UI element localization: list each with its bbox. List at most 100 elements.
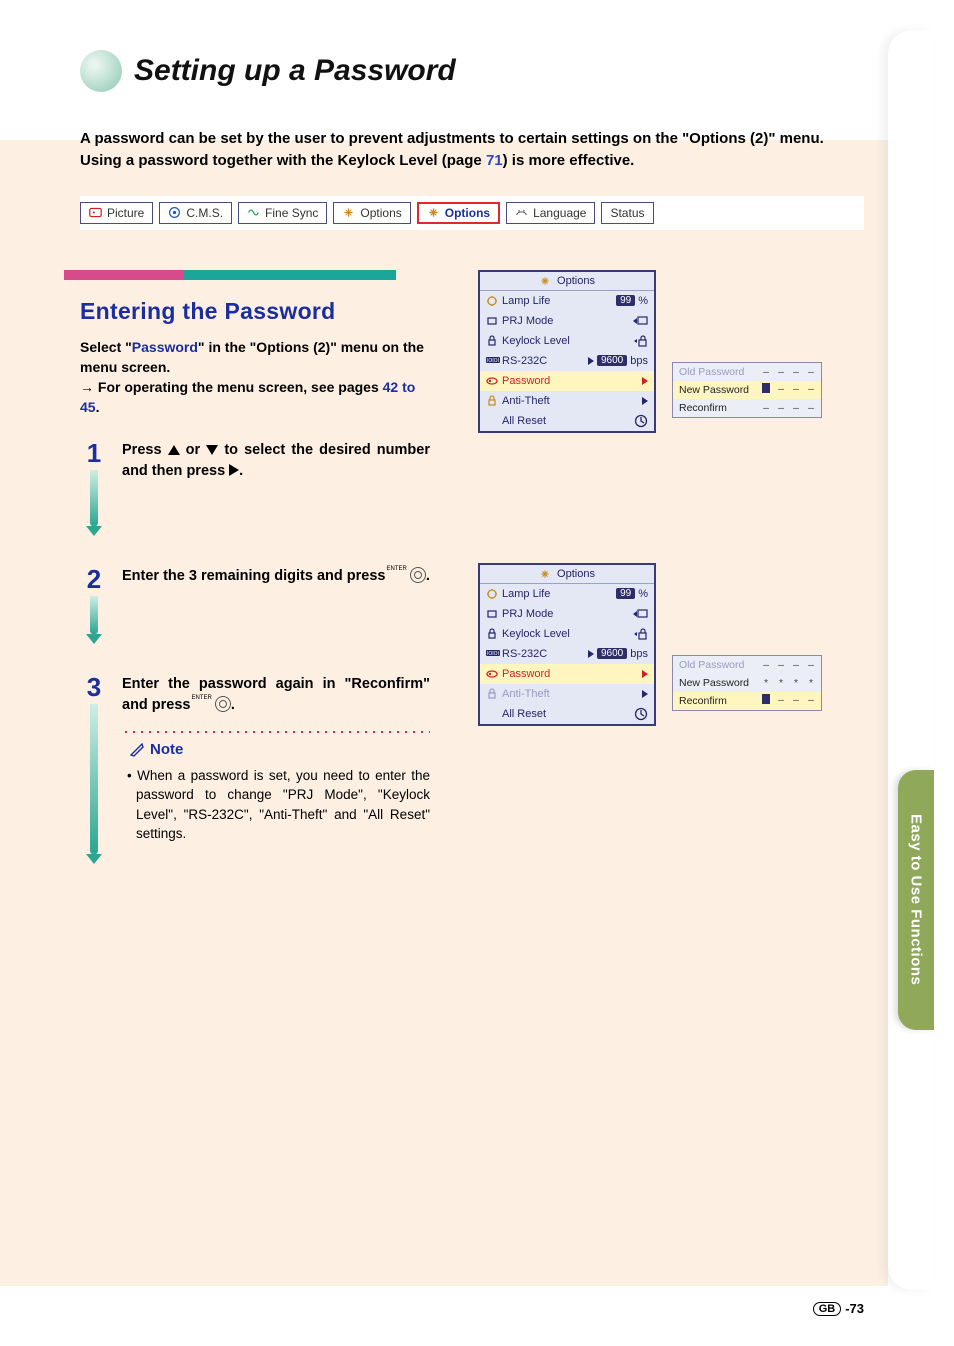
password-panel-1: Old Password––––New Password–––Reconfirm… xyxy=(672,362,822,418)
pw-cell: – xyxy=(807,366,815,378)
pw-row-label: Reconfirm xyxy=(679,402,727,414)
intro-paragraph: A password can be set by the user to pre… xyxy=(80,128,864,172)
osd-title: Options xyxy=(480,565,654,584)
note-heading: Note xyxy=(128,739,430,762)
value-unit: bps xyxy=(630,355,648,367)
pw-cell: – xyxy=(807,383,815,396)
osd-row: IOIOIRS-232C 9600bps xyxy=(480,351,654,371)
osd-row-label: All Reset xyxy=(502,708,546,720)
menu-tab-bar: Picture C.M.S. Fine Sync Options Options xyxy=(80,196,864,230)
tab-label: Status xyxy=(610,206,644,220)
row-icon xyxy=(486,395,498,407)
section-lead: Select "Password" in the "Options (2)" m… xyxy=(80,337,430,418)
page-number: -73 xyxy=(845,1301,864,1316)
pw-cell: – xyxy=(792,383,800,396)
row-icon xyxy=(486,315,498,327)
step-bar-icon xyxy=(90,470,98,526)
tab-status: Status xyxy=(601,202,653,224)
row-icon xyxy=(486,335,498,347)
section-title: Entering the Password xyxy=(80,298,430,325)
intro-text-a: A password can be set by the user to pre… xyxy=(80,130,824,169)
row-icon: IOIOI xyxy=(486,355,498,367)
tab-picture: Picture xyxy=(80,202,153,224)
osd-row-label: All Reset xyxy=(502,415,546,427)
pw-cell: – xyxy=(762,659,770,671)
tab-options-1: Options xyxy=(333,202,410,224)
pw-cell: * xyxy=(777,677,785,689)
tab-finesync: Fine Sync xyxy=(238,202,327,224)
osd-row: Anti-Theft xyxy=(480,391,654,411)
pw-cell: – xyxy=(792,694,800,707)
pw-cell: * xyxy=(792,677,800,689)
row-icon xyxy=(486,295,498,307)
section-accent xyxy=(64,270,396,280)
osd-row: All Reset xyxy=(480,704,654,724)
cursor-cell xyxy=(762,694,770,707)
osd-row-label: Keylock Level xyxy=(502,335,570,347)
enter-button-icon xyxy=(410,567,426,583)
tab-label: Options xyxy=(445,206,490,220)
row-icon xyxy=(486,708,498,720)
pw-cell: – xyxy=(807,659,815,671)
password-panel-2: Old Password––––New Password****Reconfir… xyxy=(672,655,822,711)
pw-cell: – xyxy=(792,659,800,671)
pw-cell: – xyxy=(777,402,785,414)
osd-group-1: Options Lamp Life99%PRJ Mode Keylock Leve… xyxy=(478,270,864,433)
step-arrow-icon xyxy=(86,854,102,864)
tab-cms: C.M.S. xyxy=(159,202,232,224)
osd-row: PRJ Mode xyxy=(480,311,654,331)
osd-row: All Reset xyxy=(480,411,654,431)
row-icon xyxy=(486,415,498,427)
row-icon xyxy=(486,628,498,640)
pw-cell: – xyxy=(792,366,800,378)
osd-row: Password xyxy=(480,664,654,684)
row-icon xyxy=(486,688,498,700)
osd-row: Keylock Level xyxy=(480,331,654,351)
note-icon xyxy=(128,741,146,759)
step-arrow-icon xyxy=(86,526,102,536)
arrow-right-icon xyxy=(588,357,594,365)
password-row: Old Password–––– xyxy=(673,656,821,674)
osd-row-label: PRJ Mode xyxy=(502,608,553,620)
step-1: 1 Press or to select the desired number … xyxy=(80,440,430,536)
step-2-text: Enter the 3 remaining digits and press E… xyxy=(122,566,430,588)
lead-a: Select " xyxy=(80,339,132,355)
step-bar-icon xyxy=(90,704,98,854)
arrow-right-icon xyxy=(642,690,648,698)
svg-text:IOIOI: IOIOI xyxy=(487,651,499,657)
value-unit: % xyxy=(638,295,648,307)
chapter-tab: Easy to Use Functions xyxy=(898,770,934,1030)
pw-row-label: New Password xyxy=(679,384,749,396)
password-row: New Password**** xyxy=(673,674,821,692)
osd-row: Keylock Level xyxy=(480,624,654,644)
side-stripe xyxy=(888,30,934,1290)
password-row: Reconfirm–––– xyxy=(673,399,821,417)
osd-row-label: Password xyxy=(502,375,550,387)
osd-title: Options xyxy=(480,272,654,291)
tab-label: Language xyxy=(533,206,586,220)
osd-row: Password xyxy=(480,371,654,391)
arrow-right-icon xyxy=(642,377,648,385)
language-icon xyxy=(515,206,528,219)
tab-label: C.M.S. xyxy=(186,206,223,220)
pw-cell: – xyxy=(762,366,770,378)
osd-row-label: Keylock Level xyxy=(502,628,570,640)
tab-label: Picture xyxy=(107,206,144,220)
value-badge: 99 xyxy=(616,588,635,599)
page-footer: GB -73 xyxy=(813,1301,864,1316)
osd-row: Lamp Life99% xyxy=(480,291,654,311)
step-3-text: Enter the password again in "Reconfirm" … xyxy=(122,674,430,718)
lead-d: . xyxy=(96,399,100,415)
step-1-text: Press or to select the desired number an… xyxy=(122,440,430,484)
options-icon xyxy=(342,206,355,219)
options-icon xyxy=(539,275,551,287)
intro-page-ref: 71 xyxy=(486,152,503,169)
finesync-icon xyxy=(247,206,260,219)
region-badge: GB xyxy=(813,1302,842,1316)
osd-row-label: Anti-Theft xyxy=(502,395,550,407)
note-body: • When a password is set, you need to en… xyxy=(122,766,430,844)
step-number-2: 2 xyxy=(80,566,108,592)
osd-row-label: Lamp Life xyxy=(502,588,550,600)
lead-c: → For operating the menu screen, see pag… xyxy=(80,379,383,395)
arrow-right-icon xyxy=(588,650,594,658)
